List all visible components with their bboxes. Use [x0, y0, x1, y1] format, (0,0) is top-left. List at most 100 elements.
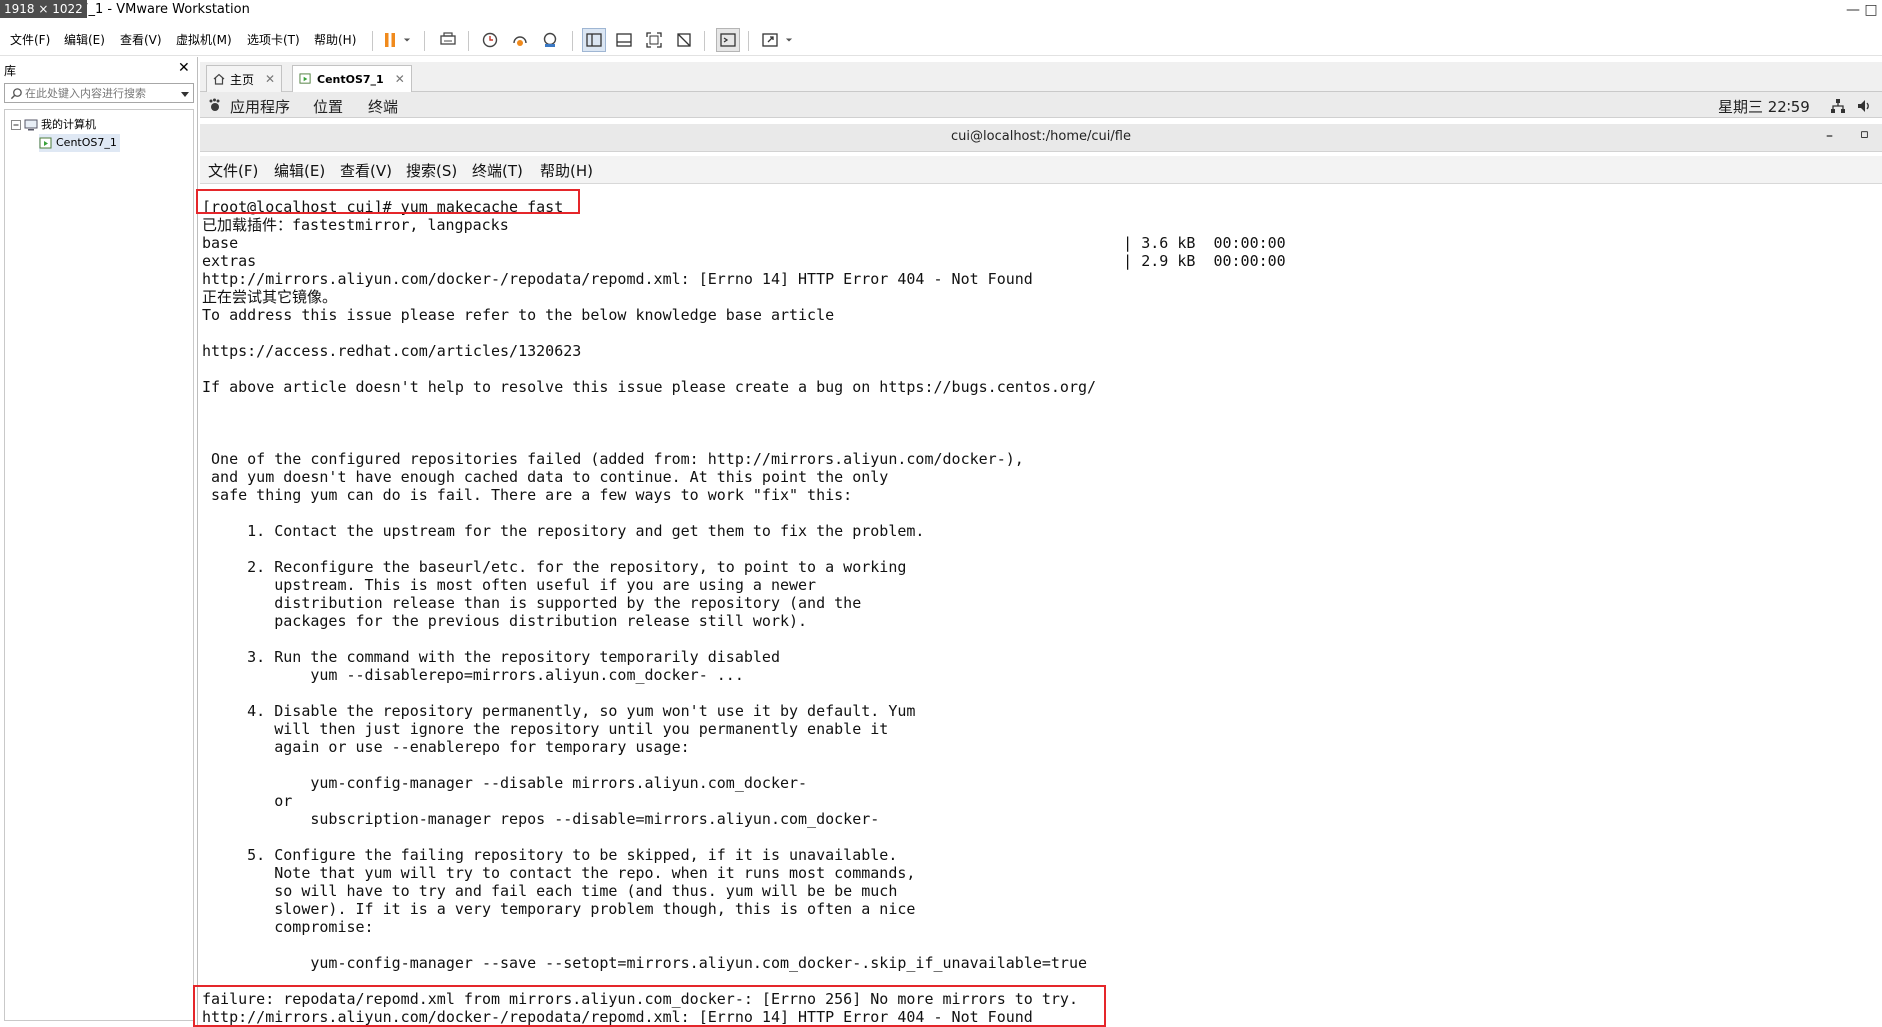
size-badge: 1918 × 1022: [0, 0, 87, 18]
tab-close-icon[interactable]: ✕: [395, 72, 405, 86]
terminal-line: compromise:: [202, 918, 374, 936]
library-search: [4, 83, 194, 103]
terminal-line: subscription-manager repos --disable=mir…: [202, 810, 880, 828]
terminal-line: 正在尝试其它镜像。: [202, 288, 338, 306]
terminal-minimize-button[interactable]: –: [1826, 128, 1833, 144]
terminal-line: http://mirrors.aliyun.com/docker-/repoda…: [202, 1008, 1033, 1026]
toolbar-separator: [572, 31, 573, 51]
stretch-guest-button[interactable]: [758, 28, 782, 52]
keyboard-icon: [440, 32, 456, 45]
network-icon[interactable]: [1830, 98, 1846, 114]
home-icon: [213, 73, 225, 85]
thumbnail-bar-button[interactable]: [612, 28, 636, 52]
menu-help[interactable]: 帮助(H): [314, 31, 356, 49]
terminal-line: 1. Contact the upstream for the reposito…: [202, 522, 925, 540]
stretch-dropdown[interactable]: [782, 28, 796, 52]
terminal-maximize-button[interactable]: ▫: [1860, 127, 1869, 142]
vm-running-icon: [39, 137, 52, 148]
collapse-icon[interactable]: [11, 120, 21, 130]
tree-item-label: CentOS7_1: [56, 136, 117, 149]
tab-close-icon[interactable]: ✕: [265, 72, 275, 86]
terminal-line: upstream. This is most often useful if y…: [202, 576, 817, 594]
terminal-menu-search[interactable]: 搜索(S): [406, 160, 457, 181]
terminal-line: 3. Run the command with the repository t…: [202, 648, 780, 666]
send-ctrl-alt-del-button[interactable]: [436, 28, 460, 52]
snapshot-manager-icon: [543, 32, 557, 47]
vmware-menu-bar: 文件(F) 编辑(E) 查看(V) 虚拟机(M) 选项卡(T) 帮助(H): [0, 22, 1882, 56]
terminal-menu-help[interactable]: 帮助(H): [540, 160, 593, 181]
chevron-down-icon: [785, 38, 793, 42]
terminal-line: failure: repodata/repomd.xml from mirror…: [202, 990, 1078, 1008]
terminal-line: slower). If it is a very temporary probl…: [202, 900, 916, 918]
restore-button[interactable]: □: [1860, 0, 1882, 22]
tree-item-centos7[interactable]: CentOS7_1: [39, 134, 120, 152]
gnome-clock[interactable]: 星期三 22∶59: [1718, 96, 1810, 117]
snapshot-button[interactable]: [478, 28, 502, 52]
library-tree: 我的计算机 CentOS7_1: [4, 109, 194, 1021]
menu-file[interactable]: 文件(F): [10, 31, 50, 49]
library-panel: 库 ✕ 我的计算机 CentOS7_1: [0, 57, 198, 1027]
window-title: S7_1 - VMware Workstation: [72, 2, 250, 17]
tree-item-my-computer[interactable]: 我的计算机: [11, 116, 96, 134]
terminal-menu-bar: 文件(F) 编辑(E) 查看(V) 搜索(S) 终端(T) 帮助(H): [200, 156, 1882, 184]
volume-icon[interactable]: [1856, 98, 1872, 114]
vmware-title-bar: S7_1 - VMware Workstation 1918 × 1022 — …: [0, 0, 1882, 22]
menu-vm[interactable]: 虚拟机(M): [176, 31, 232, 49]
library-panel-icon: [586, 33, 602, 47]
terminal-line: yum --disablerepo=mirrors.aliyun.com_doc…: [202, 666, 744, 684]
terminal-output[interactable]: [root@localhost cui]# yum makecache fast…: [200, 186, 1882, 1027]
library-close-button[interactable]: ✕: [178, 60, 190, 76]
full-screen-button[interactable]: [642, 28, 666, 52]
menu-tabs[interactable]: 选项卡(T): [247, 31, 300, 49]
terminal-line: http://mirrors.aliyun.com/docker-/repoda…: [202, 270, 1033, 288]
terminal-line: 2. Reconfigure the baseurl/etc. for the …: [202, 558, 907, 576]
terminal-menu-terminal[interactable]: 终端(T): [472, 160, 523, 181]
terminal-line: so will have to try and fail each time (…: [202, 882, 898, 900]
tree-item-label: 我的计算机: [41, 118, 96, 131]
chevron-down-icon: [403, 38, 411, 42]
chevron-down-icon[interactable]: [180, 89, 190, 99]
terminal-line: [root@localhost cui]# yum makecache fast: [202, 198, 564, 216]
terminal-menu-edit[interactable]: 编辑(E): [274, 160, 325, 181]
terminal-line: yum-config-manager --disable mirrors.ali…: [202, 774, 808, 792]
terminal-title: cui@localhost:/home/cui/fle: [951, 129, 1131, 144]
terminal-lines: [root@localhost cui]# yum makecache fast…: [202, 198, 1872, 1026]
show-library-button[interactable]: [582, 28, 606, 52]
tab-home[interactable]: 主页 ✕: [206, 65, 283, 92]
tab-label: CentOS7_1: [317, 72, 384, 86]
terminal-menu-file[interactable]: 文件(F): [208, 160, 258, 181]
terminal-menu-view[interactable]: 查看(V): [340, 160, 392, 181]
library-search-input[interactable]: [25, 85, 175, 101]
gnome-menu-places[interactable]: 位置: [313, 96, 343, 117]
vm-running-icon: [299, 73, 311, 84]
terminal-line: If above article doesn't help to resolve…: [202, 378, 1097, 396]
terminal-line: will then just ignore the repository unt…: [202, 720, 889, 738]
gnome-menu-applications[interactable]: 应用程序: [230, 96, 290, 117]
tab-centos7[interactable]: CentOS7_1 ✕: [292, 65, 412, 92]
unity-button[interactable]: [672, 28, 696, 52]
stretch-icon: [762, 33, 778, 47]
search-icon: [10, 88, 22, 100]
toolbar-separator: [468, 31, 469, 51]
gnome-menu-terminal[interactable]: 终端: [368, 96, 398, 117]
pause-button[interactable]: [378, 28, 402, 52]
thumbnail-bar-icon: [616, 33, 632, 47]
gnome-top-bar: 应用程序 位置 终端 星期三 22∶59: [200, 92, 1882, 118]
pause-dropdown[interactable]: [400, 28, 414, 52]
menu-view[interactable]: 查看(V): [120, 31, 162, 49]
gnome-foot-icon: [209, 98, 220, 111]
tab-label: 主页: [230, 72, 255, 87]
menu-edit[interactable]: 编辑(E): [64, 31, 105, 49]
revert-snapshot-button[interactable]: [508, 28, 532, 52]
console-view-button[interactable]: [716, 28, 740, 52]
snapshot-manager-button[interactable]: [538, 28, 562, 52]
